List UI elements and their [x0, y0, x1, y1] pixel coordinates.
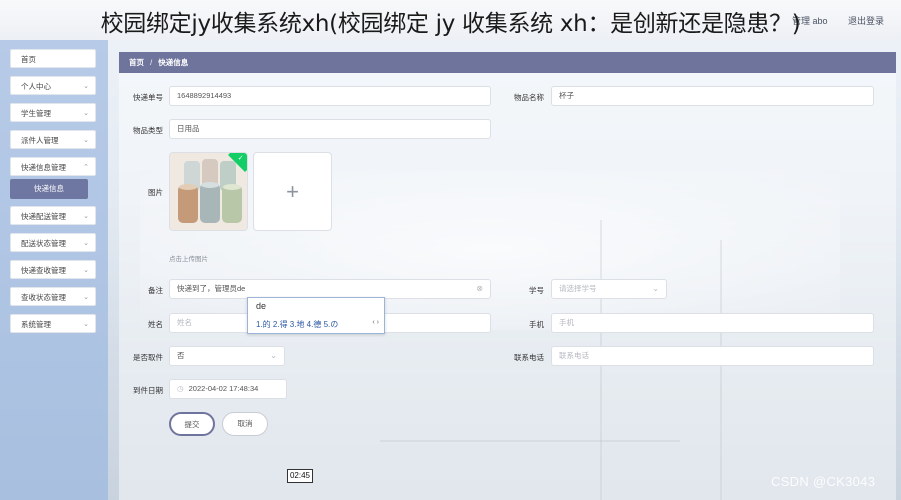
remark-label: 备注 — [148, 286, 163, 295]
breadcrumb-separator: / — [150, 58, 153, 67]
sidebar-item-label: 快递配送管理 — [21, 212, 66, 221]
arrival-date-label: 到件日期 — [133, 386, 163, 395]
sidebar-item-label: 查收状态管理 — [21, 293, 66, 302]
submit-button[interactable]: 提交 — [169, 412, 215, 436]
overlay-title: 校园绑定jy收集系统xh(校园绑定 jy 收集系统 xh：是创新还是隐患？) — [100, 11, 801, 37]
ime-page-arrows[interactable]: ‹ › — [372, 319, 379, 326]
chevron-down-icon: ⌄ — [83, 213, 89, 220]
remark-value: 快递到了，管理员de — [177, 284, 246, 293]
ime-candidates[interactable]: 1.的 2.得 3.地 4.德 5.の — [256, 319, 338, 330]
sidebar-item-personal[interactable]: 个人中心 ⌄ — [10, 76, 96, 95]
upload-hint: 点击上传图片 — [169, 256, 208, 263]
breadcrumb-home[interactable]: 首页 — [129, 58, 144, 67]
item-type-field[interactable]: 日用品 — [169, 119, 491, 139]
arrival-date-picker[interactable]: ◷ 2022-04-02 17:48:34 — [169, 379, 287, 399]
sidebar-item-label: 配送状态管理 — [21, 239, 66, 248]
cups-picture — [170, 153, 247, 230]
upload-add-button[interactable]: + — [253, 152, 332, 231]
picked-up-select[interactable]: 否 ⌄ — [169, 346, 285, 366]
tracking-no-field[interactable]: 1648892914493 — [169, 86, 491, 106]
picked-up-value: 否 — [177, 351, 185, 360]
sidebar-item-students[interactable]: 学生管理 ⌄ — [10, 103, 96, 122]
remark-field[interactable]: 快递到了，管理员de ⊗ — [169, 279, 491, 299]
sidebar-item-label: 派件人管理 — [21, 136, 59, 145]
chevron-down-icon: ⌄ — [83, 83, 89, 90]
chevron-down-icon: ⌄ — [270, 351, 277, 360]
uploaded-cups-image[interactable]: ✓ — [169, 152, 248, 231]
breadcrumb-current: 快递信息 — [158, 58, 189, 67]
chevron-down-icon: ⌄ — [83, 294, 89, 301]
watermark: CSDN @CK3043 — [771, 474, 876, 489]
contact-label: 联系电话 — [514, 353, 544, 362]
video-timestamp: 02:45 — [287, 469, 313, 483]
ime-composition: de — [256, 301, 267, 311]
sidebar-item-receipt-status[interactable]: 查收状态管理 ⌄ — [10, 287, 96, 306]
sidebar-item-home[interactable]: 首页 — [10, 49, 96, 68]
chevron-down-icon: ⌄ — [83, 267, 89, 274]
check-icon: ✓ — [237, 154, 244, 162]
sidebar: 首页 个人中心 ⌄ 学生管理 ⌄ 派件人管理 ⌄ 快递信息管理 ⌃ 快递信息 快递配送管… — [0, 40, 108, 500]
sidebar-item-label: 快递信息管理 — [21, 163, 66, 172]
student-no-placeholder: 请选择学号 — [559, 284, 597, 293]
chevron-down-icon: ⌄ — [83, 110, 89, 117]
clock-icon: ◷ — [177, 384, 184, 393]
sidebar-item-receipt[interactable]: 快递查收管理 ⌄ — [10, 260, 96, 279]
sidebar-subitem-express-info[interactable]: 快递信息 — [10, 179, 88, 199]
chevron-down-icon: ⌄ — [83, 137, 89, 144]
breadcrumb: 首页 / 快递信息 — [119, 52, 896, 73]
image-label: 图片 — [148, 188, 163, 197]
student-no-label: 学号 — [529, 286, 544, 295]
chevron-down-icon: ⌄ — [83, 321, 89, 328]
item-name-field[interactable]: 杯子 — [551, 86, 874, 106]
item-type-label: 物品类型 — [133, 126, 163, 135]
sidebar-item-label: 个人中心 — [21, 82, 51, 91]
ime-candidate-popup[interactable]: de 1.的 2.得 3.地 4.德 5.の ‹ › — [247, 297, 385, 334]
chevron-up-icon: ⌃ — [83, 164, 89, 171]
student-no-select[interactable]: 请选择学号 ⌄ — [551, 279, 667, 299]
arrival-date-value: 2022-04-02 17:48:34 — [188, 384, 259, 393]
sidebar-item-label: 学生管理 — [21, 109, 51, 118]
sidebar-item-label: 系统管理 — [21, 320, 51, 329]
chevron-down-icon: ⌄ — [652, 284, 659, 293]
name-label: 姓名 — [148, 320, 163, 329]
phone-field[interactable]: 手机 — [551, 313, 874, 333]
tracking-no-label: 快递单号 — [133, 93, 163, 102]
sidebar-item-express-info[interactable]: 快递信息管理 ⌃ — [10, 157, 96, 176]
sidebar-item-delivery-status[interactable]: 配送状态管理 ⌄ — [10, 233, 96, 252]
sidebar-item-delivery[interactable]: 快递配送管理 ⌄ — [10, 206, 96, 225]
sidebar-item-system[interactable]: 系统管理 ⌄ — [10, 314, 96, 333]
picked-up-label: 是否取件 — [133, 353, 163, 362]
clear-icon[interactable]: ⊗ — [476, 280, 483, 298]
item-name-label: 物品名称 — [514, 93, 544, 102]
sidebar-item-label: 快递查收管理 — [21, 266, 66, 275]
sidebar-item-label: 首页 — [21, 55, 36, 64]
sidebar-item-couriers[interactable]: 派件人管理 ⌄ — [10, 130, 96, 149]
contact-field[interactable]: 联系电话 — [551, 346, 874, 366]
phone-label: 手机 — [529, 320, 544, 329]
chevron-down-icon: ⌄ — [83, 240, 89, 247]
cancel-button[interactable]: 取消 — [222, 412, 268, 436]
